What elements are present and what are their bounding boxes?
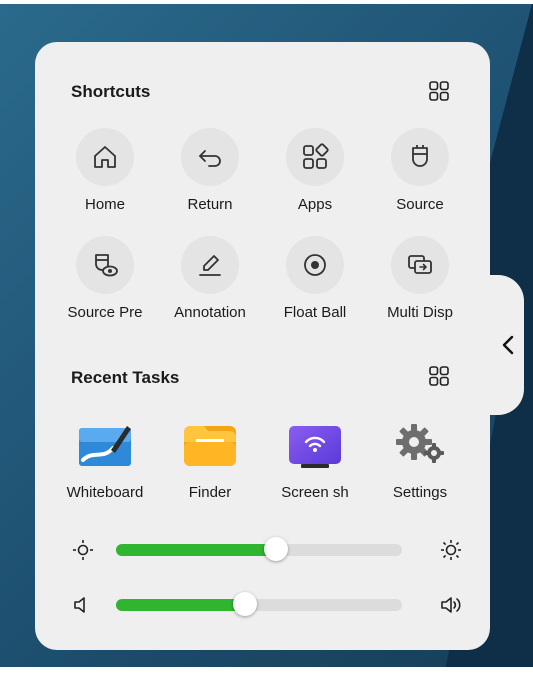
shortcut-home-button[interactable] (76, 128, 134, 186)
shortcuts-grid-icon[interactable] (428, 80, 450, 102)
brightness-slider-thumb[interactable] (264, 537, 289, 561)
shortcut-float-ball[interactable]: Float Ball (265, 236, 365, 321)
shortcut-source[interactable]: Source (370, 128, 470, 213)
shortcut-source-preview-label: Source Pre (67, 304, 143, 321)
shortcut-return[interactable]: Return (160, 128, 260, 213)
shortcut-home-label: Home (84, 196, 125, 213)
recent-task-settings[interactable]: Settings (370, 416, 470, 501)
volume-slider-row (72, 590, 462, 620)
chevron-left-icon[interactable] (498, 333, 518, 357)
volume-high-icon (441, 597, 461, 613)
shortcut-multi-display-label: Multi Disp (387, 304, 453, 321)
recent-tasks-title: Recent Tasks (71, 368, 180, 387)
shortcut-return-label: Return (187, 196, 233, 213)
recent-task-finder-label: Finder (188, 484, 232, 501)
volume-slider-fill (116, 599, 245, 611)
shortcut-apps[interactable]: Apps (265, 128, 365, 213)
bottom-edge (0, 667, 533, 681)
shortcut-source-label: Source (396, 196, 444, 213)
recent-task-whiteboard[interactable]: Whiteboard (55, 416, 155, 501)
shortcuts-title: Shortcuts (71, 82, 151, 101)
annotation-icon (199, 255, 221, 276)
shortcut-apps-button[interactable] (286, 128, 344, 186)
brightness-high-icon (441, 540, 461, 560)
volume-slider-thumb[interactable] (232, 592, 257, 616)
shortcut-home[interactable]: Home (55, 128, 155, 213)
recent-task-screen-share[interactable]: Screen sh (265, 416, 365, 501)
return-icon (199, 150, 221, 167)
shortcut-multi-display[interactable]: Multi Disp (370, 236, 470, 321)
recent-task-whiteboard-label: Whiteboard (66, 484, 144, 501)
shortcut-multi-display-button[interactable] (391, 236, 449, 294)
recent-tasks-grid-icon[interactable] (428, 365, 450, 387)
volume-slider[interactable] (116, 592, 402, 616)
multi-display-icon (408, 255, 432, 274)
home-icon (94, 146, 116, 168)
shortcut-return-button[interactable] (181, 128, 239, 186)
settings-app-icon[interactable] (391, 416, 449, 474)
brightness-slider[interactable] (116, 537, 402, 561)
shortcut-annotation-label: Annotation (174, 304, 246, 321)
screen-share-app-icon[interactable] (286, 416, 344, 474)
volume-low-icon (74, 597, 85, 613)
apps-icon (303, 143, 329, 169)
brightness-low-icon (73, 540, 93, 560)
top-edge (0, 0, 533, 4)
recent-task-screen-share-label: Screen sh (281, 484, 349, 501)
source-preview-icon (95, 254, 118, 277)
shortcut-source-preview[interactable]: Source Pre (55, 236, 155, 321)
recent-task-settings-label: Settings (392, 484, 448, 501)
brightness-slider-row (72, 535, 462, 565)
whiteboard-app-icon[interactable] (76, 416, 134, 474)
shortcut-apps-label: Apps (297, 196, 333, 213)
shortcut-source-button[interactable] (391, 128, 449, 186)
recent-task-finder[interactable]: Finder (160, 416, 260, 501)
shortcut-float-ball-label: Float Ball (283, 304, 347, 321)
shortcut-annotation-button[interactable] (181, 236, 239, 294)
shortcut-annotation[interactable]: Annotation (160, 236, 260, 321)
shortcut-float-ball-button[interactable] (286, 236, 344, 294)
brightness-slider-fill (116, 544, 277, 556)
shortcut-source-preview-button[interactable] (76, 236, 134, 294)
finder-app-icon[interactable] (181, 416, 239, 474)
float-ball-icon (304, 254, 326, 276)
source-icon (412, 145, 428, 167)
